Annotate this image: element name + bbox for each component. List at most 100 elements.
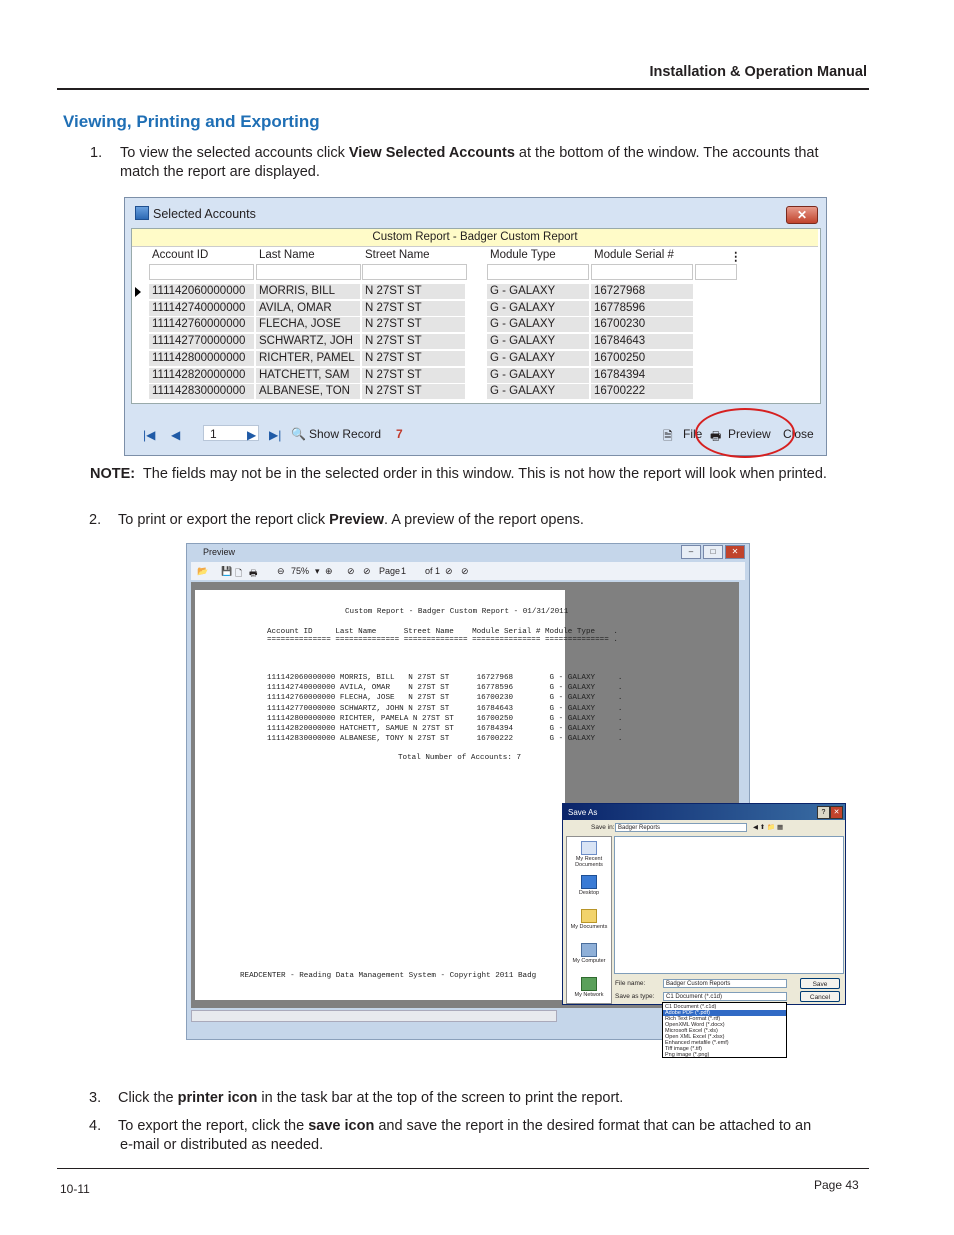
manual-title: Installation & Operation Manual xyxy=(649,64,867,80)
prev-page-icon[interactable]: ◀ xyxy=(171,428,180,442)
table-cell: ALBANESE, TON xyxy=(256,384,361,400)
filter-input[interactable] xyxy=(149,264,254,280)
place-desktop[interactable]: Desktop xyxy=(567,875,611,896)
last-page-icon[interactable]: ▶| xyxy=(269,428,281,442)
table-cell: FLECHA, JOSE xyxy=(256,317,361,333)
zoom-level[interactable]: 75% xyxy=(291,566,309,576)
page-setup-icon[interactable]: 🗋 xyxy=(235,566,242,582)
preview-title-bar: Preview – □ ✕ xyxy=(187,544,749,560)
column-header[interactable]: Module Serial # xyxy=(594,249,674,261)
show-record-button[interactable]: Show Record xyxy=(309,427,381,441)
record-count: 7 xyxy=(396,427,403,441)
accounts-grid: Custom Report - Badger Custom Report Acc… xyxy=(131,228,821,404)
first-page-icon[interactable]: ⊘ xyxy=(347,566,355,577)
step-3-bold: printer icon xyxy=(177,1090,258,1106)
filter-input[interactable] xyxy=(695,264,737,280)
step-2-bold: Preview xyxy=(329,512,384,528)
close-icon[interactable]: ✕ xyxy=(830,806,843,819)
preview-toolbar: 📂 💾 🗋 🖶 ⊖ 75% ▾ ⊕ ⊘ ⊘ Page 1 of 1 ⊘ ⊘ xyxy=(191,562,745,580)
filter-input[interactable] xyxy=(362,264,467,280)
selected-accounts-window: Selected Accounts ✕ Custom Report - Badg… xyxy=(124,197,827,458)
table-row[interactable]: 111142830000000 ALBANESE, TON N 27ST ST G -… xyxy=(132,384,818,400)
table-row[interactable]: 111142740000000 AVILA, OMAR N 27ST ST G - G… xyxy=(132,300,818,317)
save-as-title-bar: Save As ? ✕ xyxy=(563,804,845,820)
place-label: My Network xyxy=(574,992,604,998)
table-cell: 16700222 xyxy=(591,384,694,400)
zoom-dropdown-icon[interactable]: ▾ xyxy=(315,566,320,577)
save-icon[interactable]: 💾 xyxy=(221,566,232,577)
step-4-number: 4. xyxy=(89,1118,102,1134)
printer-icon[interactable]: 🖶 xyxy=(249,566,258,582)
maximize-icon[interactable]: □ xyxy=(703,545,723,559)
save-type-option[interactable]: Png image (*.png) xyxy=(665,1052,709,1058)
place-network[interactable]: My Network xyxy=(567,977,611,998)
table-row[interactable]: 111142800000000 RICHTER, PAMEL N 27ST ST G … xyxy=(132,350,818,367)
column-chooser-icon[interactable]: ⋮ xyxy=(730,249,742,263)
window-title: Selected Accounts xyxy=(153,207,256,221)
file-icon[interactable]: 🗎 xyxy=(663,427,673,448)
column-header[interactable]: Account ID xyxy=(152,249,208,261)
close-icon[interactable]: ✕ xyxy=(786,206,818,224)
nav-icons[interactable]: ◀ ⬆ 📁 ▦ xyxy=(753,823,783,831)
column-header[interactable]: Last Name xyxy=(259,249,315,261)
filter-input[interactable] xyxy=(487,264,589,280)
table-cell: N 27ST ST xyxy=(362,317,466,333)
search-icon[interactable]: 🔍 xyxy=(291,427,306,441)
next-page-icon[interactable]: ▶ xyxy=(247,428,256,442)
first-page-icon[interactable]: |◀ xyxy=(143,428,155,442)
note-text: The fields may not be in the selected or… xyxy=(142,466,827,482)
file-list[interactable] xyxy=(614,836,844,974)
page-input[interactable]: 1 xyxy=(401,566,406,576)
next-page-icon[interactable]: ⊘ xyxy=(445,566,453,577)
minimize-icon[interactable]: – xyxy=(681,545,701,559)
table-cell: 16784643 xyxy=(591,334,694,350)
step-1-bold: View Selected Accounts xyxy=(348,145,515,161)
place-documents[interactable]: My Documents xyxy=(567,909,611,930)
step-1-number: 1. xyxy=(90,145,103,161)
file-name-input[interactable]: Badger Custom Reports xyxy=(663,979,787,988)
cancel-button[interactable]: Cancel xyxy=(800,991,840,1002)
column-header[interactable]: Street Name xyxy=(365,249,430,261)
filter-input[interactable] xyxy=(256,264,361,280)
report-row: 111142800000000 RICHTER, PAMELA N 27ST S… xyxy=(267,714,623,723)
place-computer[interactable]: My Computer xyxy=(567,943,611,964)
page-label: Page xyxy=(379,566,401,576)
page-number: Page 43 xyxy=(814,1178,859,1192)
help-icon[interactable]: ? xyxy=(817,806,830,819)
place-label: My Documents xyxy=(570,924,608,930)
filter-row xyxy=(132,264,738,280)
filter-input[interactable] xyxy=(591,264,693,280)
save-in-select[interactable]: Badger Reports xyxy=(615,823,747,832)
step-1-pre: To view the selected accounts click xyxy=(120,145,349,161)
step-4-pre: To export the report, click the xyxy=(118,1118,309,1134)
report-underline: ============== ============== ==========… xyxy=(267,636,618,644)
preview-title: Preview xyxy=(203,547,236,557)
table-row[interactable]: 111142060000000 MORRIS, BILL N 27ST ST G - … xyxy=(132,284,818,300)
save-type-select[interactable]: C1 Document (*.c1d) xyxy=(663,992,787,1001)
table-cell: G - GALAXY xyxy=(487,284,590,299)
table-row[interactable]: 111142760000000 FLECHA, JOSE N 27ST ST G - … xyxy=(132,317,818,333)
horizontal-scrollbar[interactable] xyxy=(191,1010,557,1022)
column-header[interactable]: Module Type xyxy=(490,249,556,261)
close-icon[interactable]: ✕ xyxy=(725,545,745,559)
table-cell: HATCHETT, SAM xyxy=(256,367,361,383)
step-3-number: 3. xyxy=(89,1090,102,1106)
last-page-icon[interactable]: ⊘ xyxy=(461,566,469,577)
save-type-dropdown: C1 Document (*.c1d) Adobe PDF (*.pdf) Rich… xyxy=(662,1002,787,1058)
zoom-in-icon[interactable]: ⊕ xyxy=(325,566,333,577)
place-recent[interactable]: My Recent Documents xyxy=(567,841,611,868)
table-cell: N 27ST ST xyxy=(362,384,466,400)
open-icon[interactable]: 📂 xyxy=(197,566,208,577)
table-row[interactable]: 111142770000000 SCHWARTZ, JOH N 27ST ST G -… xyxy=(132,334,818,350)
prev-page-icon[interactable]: ⊘ xyxy=(363,566,371,577)
section-title: Viewing, Printing and Exporting xyxy=(63,112,320,131)
report-footer: READCENTER - Reading Data Management Sys… xyxy=(240,972,537,980)
window-buttons: – □ ✕ xyxy=(679,545,745,559)
table-row[interactable]: 111142820000000 HATCHETT, SAM N 27ST ST G -… xyxy=(132,367,818,384)
zoom-out-icon[interactable]: ⊖ xyxy=(277,566,285,577)
table-cell: MORRIS, BILL xyxy=(256,284,361,299)
row-pointer-icon xyxy=(135,287,141,297)
save-button[interactable]: Save xyxy=(800,978,840,989)
table-cell: G - GALAXY xyxy=(487,350,590,366)
table-cell: 16700250 xyxy=(591,350,694,366)
